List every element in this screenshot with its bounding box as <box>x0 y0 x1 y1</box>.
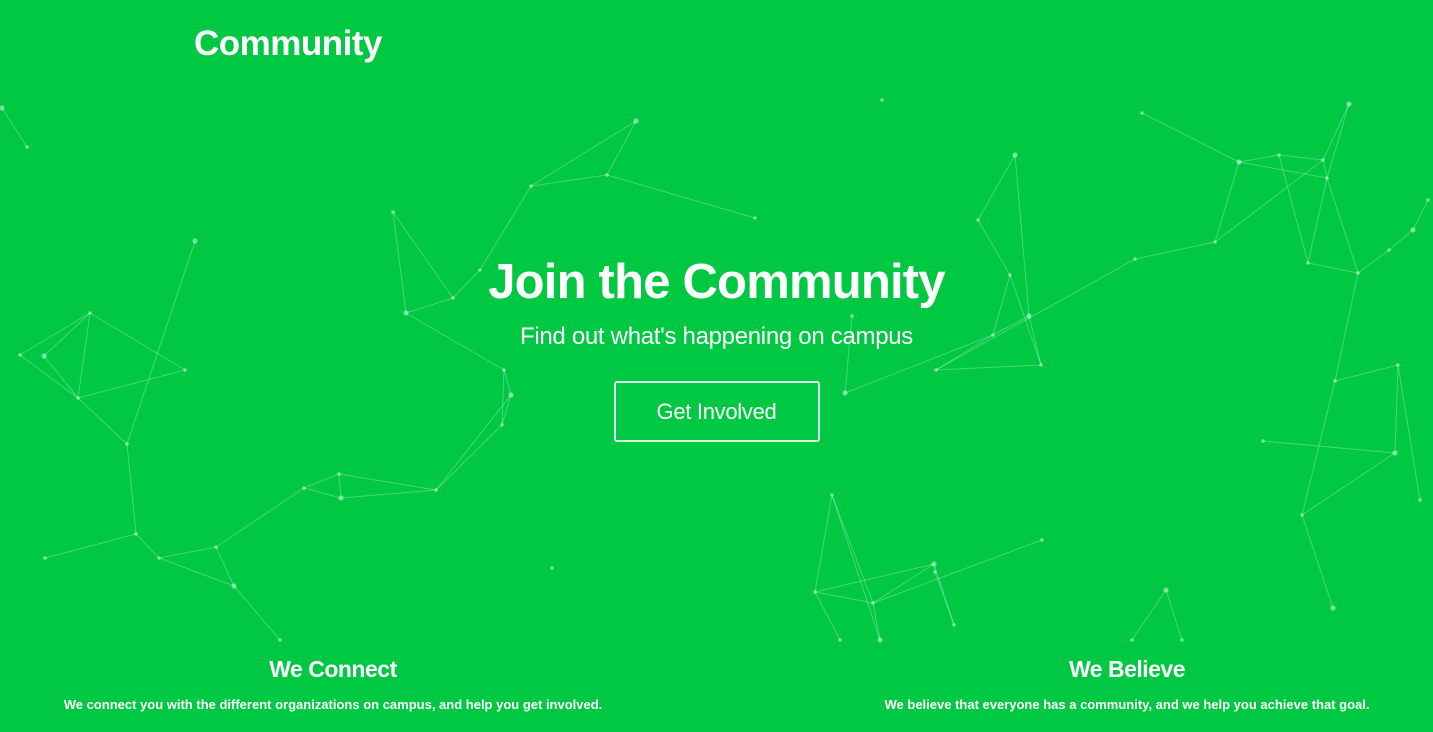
landing-page: Community Join the Community Find out wh… <box>0 0 1433 732</box>
network-node <box>337 472 341 476</box>
network-node <box>1325 176 1329 180</box>
network-link <box>1388 229 1414 251</box>
network-link <box>814 494 833 593</box>
network-node <box>391 210 395 214</box>
get-involved-button[interactable]: Get Involved <box>613 381 820 442</box>
network-node <box>134 532 138 536</box>
network-link <box>1214 161 1240 243</box>
feature-title: We Believe <box>1068 656 1186 682</box>
feature-text: We believe that everyone has a community… <box>884 697 1370 712</box>
network-node <box>157 556 161 560</box>
network-link <box>872 539 1043 604</box>
network-node <box>1330 605 1336 611</box>
network-link <box>606 120 637 176</box>
network-node <box>877 637 883 643</box>
network-link <box>530 120 637 187</box>
network-link <box>1141 112 1240 163</box>
network-link <box>1131 589 1167 641</box>
network-link <box>933 563 955 626</box>
network-link <box>1278 154 1324 161</box>
network-node <box>1277 153 1281 157</box>
network-link <box>126 443 137 535</box>
network-link <box>44 533 137 559</box>
feature-text: We connect you with the different organi… <box>63 697 603 712</box>
network-link <box>1322 103 1350 161</box>
network-node <box>231 583 237 589</box>
network-node <box>1213 240 1217 244</box>
network-node <box>1426 198 1430 202</box>
hero-section: Join the Community Find out what's happe… <box>0 250 1433 442</box>
network-node <box>633 118 639 124</box>
network-node <box>1040 538 1044 542</box>
network-link <box>1214 159 1324 243</box>
network-link <box>215 487 305 548</box>
network-link <box>1278 154 1309 264</box>
network-link <box>1322 159 1328 179</box>
network-link <box>233 585 281 641</box>
network-node <box>529 184 533 188</box>
network-link <box>338 473 342 499</box>
network-node <box>931 561 937 567</box>
network-node <box>550 566 554 570</box>
network-node <box>838 638 842 642</box>
network-link <box>1262 440 1396 454</box>
feature-we-connect: We Connect We connect you with the diffe… <box>30 652 636 714</box>
network-node <box>753 216 757 220</box>
network-node <box>338 495 344 501</box>
network-link <box>1165 589 1183 641</box>
network-node <box>952 623 956 627</box>
network-node <box>880 98 884 102</box>
network-link <box>338 473 437 491</box>
network-node <box>933 570 937 574</box>
network-node <box>1410 227 1416 233</box>
network-link <box>530 174 608 187</box>
network-node <box>1180 638 1184 642</box>
network-node <box>1130 638 1134 642</box>
network-node <box>278 638 282 642</box>
network-node <box>192 238 198 244</box>
network-node <box>125 442 129 446</box>
network-node <box>0 105 5 111</box>
feature-title: We Connect <box>269 656 397 682</box>
network-link <box>1326 103 1350 179</box>
network-node <box>813 590 817 594</box>
network-node <box>302 486 306 490</box>
network-link <box>303 473 340 489</box>
brand-logo[interactable]: Community <box>194 24 383 64</box>
network-link <box>303 487 342 499</box>
network-node <box>25 145 29 149</box>
network-link <box>1 107 28 148</box>
network-link <box>340 489 437 499</box>
network-node <box>1346 101 1352 107</box>
network-node <box>605 173 609 177</box>
network-node <box>976 218 980 222</box>
network-link <box>1412 199 1429 231</box>
network-link <box>814 563 935 593</box>
network-node <box>830 493 834 497</box>
network-node <box>1012 152 1018 158</box>
network-link <box>1301 514 1334 609</box>
network-link <box>977 154 1016 221</box>
network-node <box>434 488 438 492</box>
network-link <box>158 546 217 559</box>
network-node <box>1163 587 1169 593</box>
network-node <box>871 601 875 605</box>
network-node <box>1300 513 1304 517</box>
feature-we-believe: We Believe We believe that everyone has … <box>824 652 1430 714</box>
network-node <box>1140 111 1144 115</box>
network-node <box>1236 159 1242 165</box>
hero-subtitle: Find out what's happening on campus <box>519 323 913 350</box>
network-link <box>1301 452 1396 516</box>
network-node <box>43 556 47 560</box>
network-link <box>606 174 756 219</box>
network-link <box>135 533 160 559</box>
network-link <box>831 494 881 641</box>
network-link <box>814 591 841 641</box>
network-node <box>1392 450 1398 456</box>
network-node <box>1418 498 1422 502</box>
hero-title: Join the Community <box>488 255 945 309</box>
network-node <box>214 545 218 549</box>
network-link <box>1238 154 1280 163</box>
network-node <box>1321 158 1325 162</box>
